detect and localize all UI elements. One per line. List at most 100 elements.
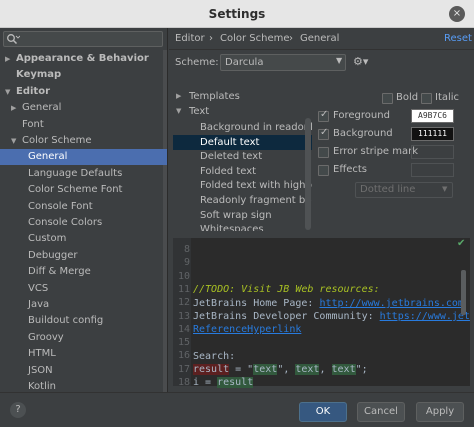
sidebar-item[interactable]: ▶ General [0,100,167,116]
group-templates[interactable]: Templates [189,90,240,104]
code-text: = " [229,364,254,375]
code-search-result: text [295,364,320,375]
bold-label: Bold [396,92,419,103]
code-line-todo: //TODO: Visit JB Web resources: [193,284,380,295]
sidebar-item-label: General [22,102,62,114]
code-line-community: JetBrains Developer Community: https://w… [193,310,470,323]
collapsed-arrow-icon[interactable]: ▶ [176,92,181,100]
sidebar-item[interactable]: Debugger [0,248,167,264]
sidebar-item-label: Console Colors [28,217,103,228]
close-button[interactable]: × [449,6,465,22]
code-text: ", [277,364,296,375]
attribute-list-scrollbar[interactable] [305,118,311,230]
attribute-list-item[interactable]: Default text [173,134,312,150]
window-title: Settings [208,7,266,21]
line-number: 16 [177,350,190,362]
sidebar-item[interactable]: Custom [0,231,167,247]
breadcrumb-color-scheme[interactable]: Color Scheme [220,28,290,50]
scheme-label: Scheme: [175,57,219,68]
sidebar-item-label: Language Defaults [28,167,123,179]
background-color-swatch[interactable]: 111111 [411,127,454,141]
effects-checkbox[interactable] [318,165,329,176]
attribute-list-item[interactable]: Deleted text [173,149,312,164]
sidebar-item-label: VCS [28,282,49,294]
background-label: Background [333,128,393,139]
attribute-list-item[interactable]: Folded text [173,164,312,179]
line-number: 15 [177,337,190,349]
attribute-list-item[interactable]: Folded text with highlight [173,178,312,193]
breadcrumb-editor[interactable]: Editor [175,28,205,50]
line-number: 14 [177,323,190,335]
sidebar-item[interactable]: Console Colors [0,215,167,231]
background-checkbox[interactable] [318,127,329,140]
sidebar-item-label: Console Font [28,200,93,212]
attribute-list-item[interactable]: Whitespaces [173,222,312,231]
sidebar-item[interactable]: Console Font [0,199,167,215]
sidebar-item-label: Color Scheme [22,135,92,146]
sidebar-item-label: Custom [28,233,67,245]
sidebar-item[interactable]: ▼ Editor [0,84,167,100]
bold-checkbox[interactable] [382,93,393,104]
foreground-color-swatch[interactable]: A9B7C6 [411,109,454,123]
sidebar-item[interactable]: Java [0,297,167,313]
text-attribute-list: Background in readonly fiDefault textDel… [173,120,313,231]
code-link[interactable]: https://www.jet [380,311,470,322]
reset-link[interactable]: Reset [444,28,472,50]
help-button[interactable]: ? [10,402,26,418]
code-line-i: i = result [193,376,254,389]
expanded-arrow-icon[interactable]: ▼ [5,84,10,100]
search-input[interactable] [3,31,163,47]
apply-button[interactable]: Apply [416,402,464,422]
sidebar-item-label: Appearance & Behavior [16,53,149,64]
sidebar-item-label: Editor [16,85,50,97]
line-number: 13 [177,310,190,322]
cancel-button[interactable]: Cancel [357,402,405,422]
sidebar-item[interactable]: ▶ Appearance & Behavior [0,51,167,67]
error-stripe-checkbox[interactable] [318,147,329,158]
sidebar-item-label: HTML [28,348,56,360]
foreground-checkbox[interactable] [318,109,329,122]
scheme-dropdown[interactable]: Darcula [220,54,346,71]
collapsed-arrow-icon[interactable]: ▶ [11,100,16,116]
sidebar-item-label: General [28,151,68,163]
code-link[interactable]: ReferenceHyperlink [193,324,301,335]
attribute-list-item[interactable]: Background in readonly fi [173,120,312,135]
attribute-list-item[interactable]: Soft wrap sign [173,208,312,223]
sidebar-item[interactable]: Buildout config [0,313,167,329]
sidebar-item-label: Groovy [28,331,64,343]
foreground-label: Foreground [333,110,390,121]
italic-checkbox[interactable] [421,93,432,104]
sidebar-item[interactable]: Diff & Merge [0,264,167,280]
sidebar-item[interactable]: Color Scheme Font [0,182,167,198]
code-link[interactable]: http://www.jetbrains.com [319,298,464,309]
code-search-result: text [331,364,356,375]
sidebar-item[interactable]: Language Defaults [0,166,167,182]
effects-color-swatch [411,163,454,177]
code-text: "; [355,364,368,375]
sidebar-item[interactable]: Keymap [0,67,167,83]
sidebar-item[interactable]: VCS [0,281,167,297]
line-number: 17 [177,363,190,375]
expanded-arrow-icon[interactable]: ▼ [176,107,181,115]
gear-icon[interactable]: ⚙▾ [353,55,369,69]
sidebar-item[interactable]: JSON [0,363,167,379]
sidebar-item-label: Java [28,299,50,310]
effects-label: Effects [333,164,367,175]
sidebar-item[interactable]: Font [0,117,167,133]
group-text[interactable]: Text [189,105,209,119]
expanded-arrow-icon[interactable]: ▼ [11,133,16,149]
sidebar-item[interactable]: Groovy [0,330,167,346]
sidebar-item[interactable]: General [0,149,167,166]
error-stripe-label: Error stripe mark [333,146,419,157]
line-number: 10 [177,270,190,282]
collapsed-arrow-icon[interactable]: ▶ [5,51,10,67]
preview-scrollbar[interactable] [461,270,466,315]
sidebar-item[interactable]: ▼ Color Scheme [0,133,167,149]
attribute-list-item[interactable]: Readonly fragment backg [173,193,312,208]
sidebar-item[interactable]: HTML [0,346,167,362]
code-line-result: result = "text", text, text"; [193,363,368,376]
chevron-down-icon: ▼ [336,56,343,65]
code-write-usage: result [193,364,230,375]
line-number: 9 [183,257,190,269]
ok-button[interactable]: OK [299,402,347,422]
